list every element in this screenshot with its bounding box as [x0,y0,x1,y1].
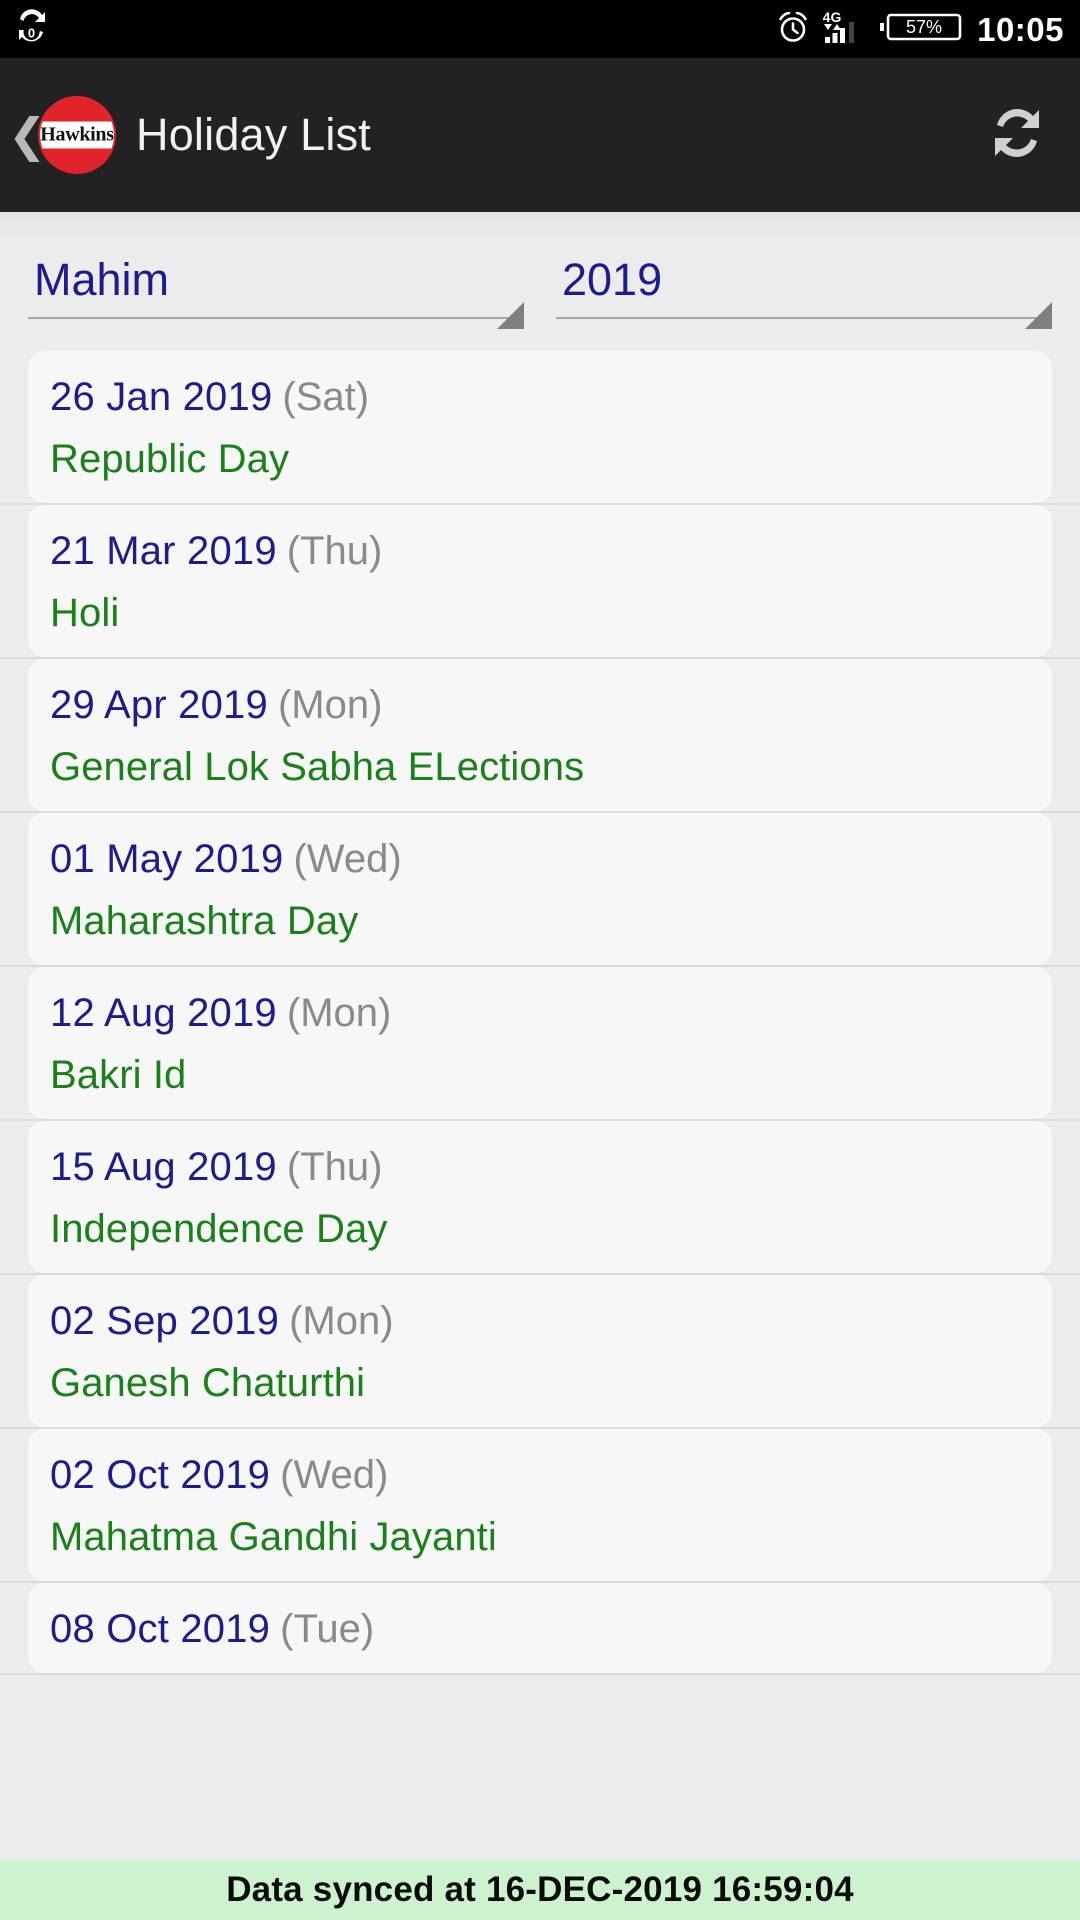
holiday-date: 15 Aug 2019 [50,1145,277,1190]
holiday-weekday: (Mon) [286,991,392,1036]
hawkins-logo: Hawkins [40,98,114,172]
holiday-list-item[interactable]: 02 Sep 2019 (Mon) Ganesh Chaturthi [0,1275,1080,1430]
holiday-list-item[interactable]: 29 Apr 2019 (Mon) General Lok Sabha ELecti… [0,659,1080,814]
logo-brand-text: Hawkins [40,123,114,146]
holiday-list-item[interactable]: 21 Mar 2019 (Thu) Holi [0,505,1080,660]
holiday-list-item[interactable]: 01 May 2019 (Wed) Maharashtra Day [0,813,1080,968]
holiday-name: Independence Day [50,1207,388,1252]
holiday-weekday: (Thu) [286,1145,383,1190]
dropdown-caret-icon [497,302,524,330]
holiday-date: 29 Apr 2019 [50,683,268,728]
holiday-weekday: (Mon) [289,1299,394,1344]
holiday-list-item[interactable]: 08 Oct 2019 (Tue) [0,1583,1080,1676]
year-spinner-value: 2019 [562,256,663,304]
holiday-card: 02 Oct 2019 (Wed) Mahatma Gandhi Jayanti [28,1429,1052,1582]
location-spinner-value: Mahim [34,256,170,304]
logo-band: Hawkins [40,121,114,149]
holiday-list-item[interactable]: 15 Aug 2019 (Thu) Independence Day [0,1121,1080,1276]
svg-text:4G: 4G [823,9,841,25]
holiday-weekday: (Mon) [277,683,383,728]
holiday-date: 12 Aug 2019 [50,991,277,1036]
holiday-card: 29 Apr 2019 (Mon) General Lok Sabha ELecti… [28,659,1052,812]
holiday-date: 21 Mar 2019 [50,529,277,574]
holiday-name: Ganesh Chaturthi [50,1361,366,1406]
holiday-card: 21 Mar 2019 (Thu) Holi [28,505,1052,658]
holiday-name: Mahatma Gandhi Jayanti [50,1515,497,1560]
holiday-list-item[interactable]: 12 Aug 2019 (Mon) Bakri Id [0,967,1080,1122]
holiday-date-line: 21 Mar 2019 (Thu) [50,531,1030,571]
holiday-name: Maharashtra Day [50,899,359,944]
status-bar-left: 0 [14,8,50,51]
refresh-button[interactable] [980,98,1054,172]
holiday-date-line: 15 Aug 2019 (Thu) [50,1147,1030,1187]
holiday-date: 02 Oct 2019 [50,1453,271,1498]
holiday-list-item[interactable]: 26 Jan 2019 (Sat) Republic Day [0,351,1080,506]
holiday-name: Republic Day [50,437,290,482]
holiday-name: Bakri Id [50,1053,187,1098]
holiday-list-item[interactable]: 02 Oct 2019 (Wed) Mahatma Gandhi Jayanti [0,1429,1080,1584]
holiday-card: 02 Sep 2019 (Mon) Ganesh Chaturthi [28,1275,1052,1428]
app-bar: ❮ Hawkins Holiday List [0,58,1080,212]
holiday-name: General Lok Sabha ELections [50,745,585,790]
dropdown-caret-icon [1025,302,1052,330]
holiday-date-line: 02 Sep 2019 (Mon) [50,1301,1030,1341]
status-bar-right: 4G 57% 10:05 [776,9,1064,50]
holiday-weekday: (Wed) [293,837,402,882]
holiday-weekday: (Thu) [286,529,383,574]
year-spinner[interactable]: 2019 [556,256,1052,331]
holiday-date-line: 26 Jan 2019 (Sat) [50,377,1030,417]
holiday-date-line: 02 Oct 2019 (Wed) [50,1455,1030,1495]
holiday-date: 02 Sep 2019 [50,1299,280,1344]
holiday-date-line: 08 Oct 2019 (Tue) [50,1609,1030,1649]
holiday-weekday: (Tue) [280,1607,375,1652]
holiday-weekday: (Wed) [280,1453,389,1498]
svg-text:0: 0 [28,25,35,40]
content-area: Mahim 2019 26 Jan 2019 (Sat) Republic Day 2… [0,212,1080,1920]
holiday-date: 01 May 2019 [50,837,284,882]
holiday-list[interactable]: 26 Jan 2019 (Sat) Republic Day 21 Mar 2019(… [0,351,1080,1676]
battery-icon: 57% [878,9,964,50]
location-spinner[interactable]: Mahim [28,256,524,331]
filter-row: Mahim 2019 [0,212,1080,331]
holiday-weekday: (Sat) [282,375,370,420]
holiday-date: 26 Jan 2019 [50,375,273,420]
status-bar-clock: 10:05 [977,10,1064,48]
year-spinner-underline [556,317,1052,320]
holiday-date-line: 12 Aug 2019 (Mon) [50,993,1030,1033]
back-chevron-icon[interactable]: ❮ [8,112,47,158]
holiday-name: Holi [50,591,120,636]
sync-notification-icon: 0 [14,8,50,51]
holiday-card: 12 Aug 2019 (Mon) Bakri Id [28,967,1052,1120]
sync-status-text: Data synced at 16-DEC-2019 16:59:04 [226,1870,854,1909]
alarm-clock-icon [776,10,810,49]
holiday-date-line: 29 Apr 2019 (Mon) [50,685,1030,725]
holiday-card: 15 Aug 2019 (Thu) Independence Day [28,1121,1052,1274]
holiday-card: 08 Oct 2019 (Tue) [28,1583,1052,1674]
holiday-card: 26 Jan 2019 (Sat) Republic Day [28,351,1052,504]
location-spinner-underline [28,317,524,320]
holiday-date: 08 Oct 2019 [50,1607,271,1652]
holiday-date-line: 01 May 2019 (Wed) [50,839,1030,879]
battery-percent-label: 57% [906,17,942,37]
signal-bars-icon: 4G [823,9,865,50]
holiday-card: 01 May 2019 (Wed) Maharashtra Day [28,813,1052,966]
sync-status-banner: Data synced at 16-DEC-2019 16:59:04 [0,1860,1080,1920]
page-title: Holiday List [136,109,372,160]
status-bar: 0 4G 57% 10:05 [0,0,1080,58]
refresh-icon [984,100,1050,171]
